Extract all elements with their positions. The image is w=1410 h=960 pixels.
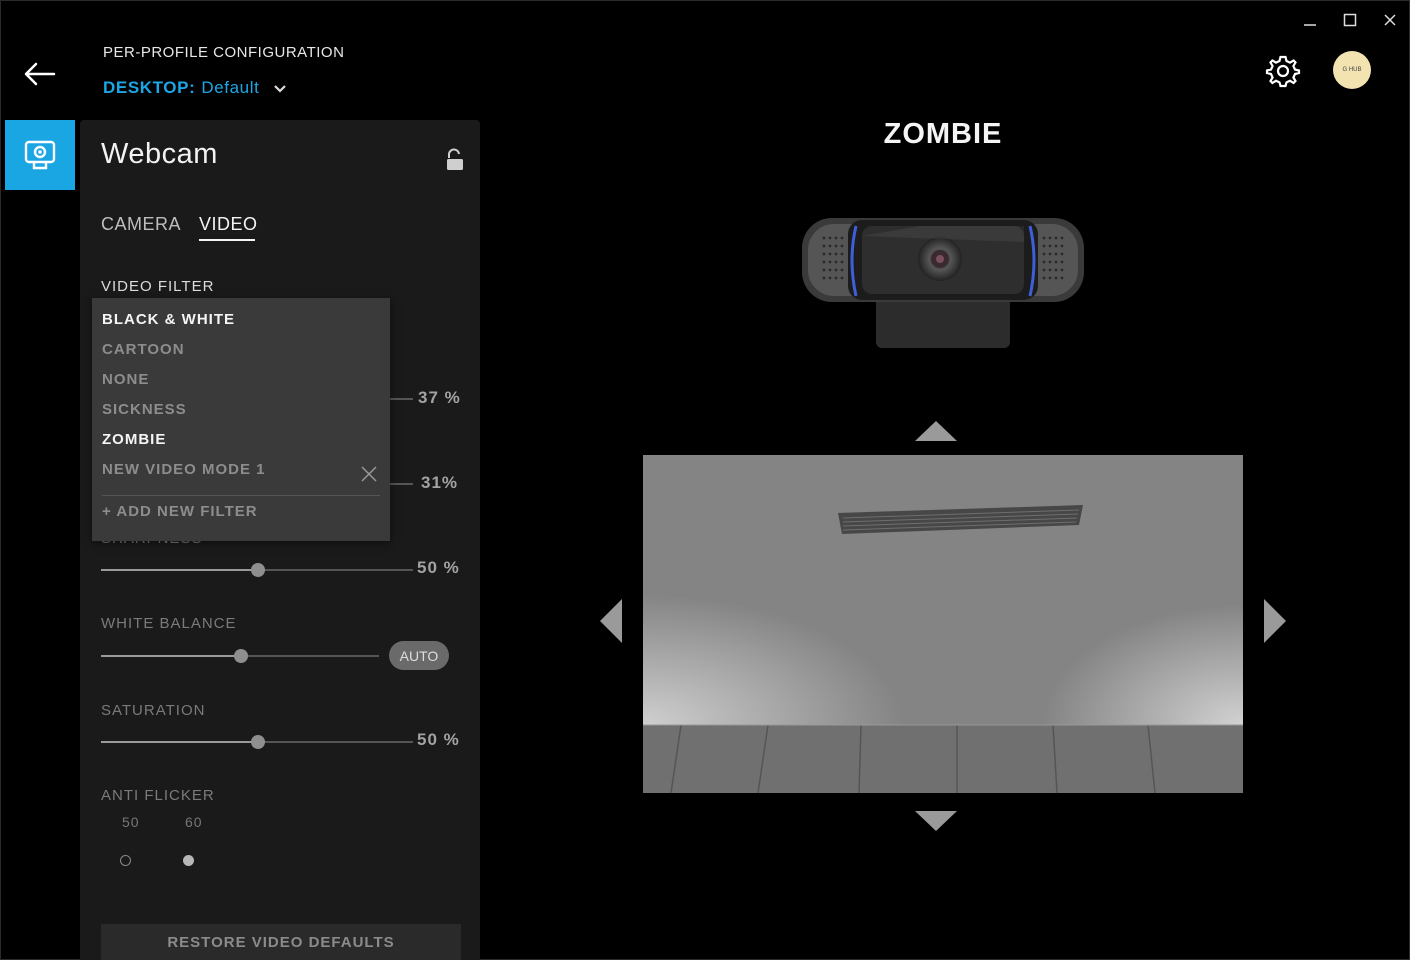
delete-filter-button[interactable] <box>360 465 378 483</box>
anti-flicker-50-radio[interactable] <box>120 855 131 866</box>
webcam-nav-button[interactable] <box>5 120 75 190</box>
anti-flicker-option-label: 50 <box>122 814 140 830</box>
close-button[interactable] <box>1377 8 1403 32</box>
brightness-value: 37 % <box>418 388 461 407</box>
device-label: DESKTOP: <box>103 78 196 97</box>
white-balance-auto-button[interactable]: AUTO <box>389 641 449 670</box>
close-icon <box>361 466 377 482</box>
minimize-button[interactable] <box>1297 8 1323 32</box>
back-button[interactable] <box>22 58 58 90</box>
filter-option[interactable]: SICKNESS <box>102 401 187 418</box>
video-preview <box>643 455 1243 793</box>
webcam-icon <box>24 140 56 170</box>
arrow-down-button[interactable] <box>915 810 957 832</box>
tab-video[interactable]: VIDEO <box>199 214 258 235</box>
chevron-down-icon <box>274 85 287 93</box>
maximize-button[interactable] <box>1337 8 1363 32</box>
saturation-slider-thumb[interactable] <box>251 735 265 749</box>
sharpness-slider-thumb[interactable] <box>251 563 265 577</box>
anti-flicker-option-label: 60 <box>185 814 203 830</box>
anti-flicker-label: ANTI FLICKER <box>101 787 215 804</box>
filter-option[interactable]: ZOMBIE <box>102 431 166 448</box>
saturation-value: 50 % <box>417 730 460 749</box>
restore-video-defaults-button[interactable]: RESTORE VIDEO DEFAULTS <box>101 924 461 960</box>
unlock-icon <box>447 148 463 170</box>
arrow-left-icon <box>24 62 56 86</box>
maximize-icon <box>1343 13 1357 27</box>
lock-button[interactable] <box>444 148 466 172</box>
webcam-device-image <box>800 212 1086 352</box>
profile-name: Default <box>201 78 260 97</box>
config-title: PER-PROFILE CONFIGURATION <box>103 44 345 61</box>
filter-option[interactable]: CARTOON <box>102 341 185 358</box>
gear-icon <box>1265 55 1301 88</box>
saturation-label: SATURATION <box>101 702 206 719</box>
panel-title: Webcam <box>101 138 218 170</box>
filter-title: ZOMBIE <box>883 118 1003 150</box>
video-filter-dropdown: BLACK & WHITE CARTOON NONE SICKNESS ZOMB… <box>92 298 390 541</box>
add-new-filter-button[interactable]: + ADD NEW FILTER <box>102 503 258 520</box>
profile-selector[interactable]: DESKTOP: Default <box>103 78 291 98</box>
contrast-value: 31% <box>421 473 459 492</box>
dropdown-divider <box>102 495 380 496</box>
minimize-icon <box>1304 24 1316 26</box>
filter-option[interactable]: NONE <box>102 371 149 388</box>
arrow-right-button[interactable] <box>1263 599 1287 643</box>
sharpness-value: 50 % <box>417 558 460 577</box>
arrow-up-button[interactable] <box>915 420 957 442</box>
active-tab-indicator <box>199 239 255 241</box>
settings-button[interactable] <box>1264 52 1302 90</box>
video-filter-label: VIDEO FILTER <box>101 278 215 295</box>
anti-flicker-60-radio[interactable] <box>183 855 194 866</box>
filter-option[interactable]: BLACK & WHITE <box>102 311 235 328</box>
avatar[interactable]: G HUB <box>1333 51 1371 89</box>
white-balance-slider-thumb[interactable] <box>234 649 248 663</box>
tab-camera[interactable]: CAMERA <box>101 214 181 235</box>
arrow-left-button[interactable] <box>599 599 623 643</box>
close-icon <box>1384 14 1396 26</box>
white-balance-label: WHITE BALANCE <box>101 615 237 632</box>
filter-option[interactable]: NEW VIDEO MODE 1 <box>102 461 266 478</box>
